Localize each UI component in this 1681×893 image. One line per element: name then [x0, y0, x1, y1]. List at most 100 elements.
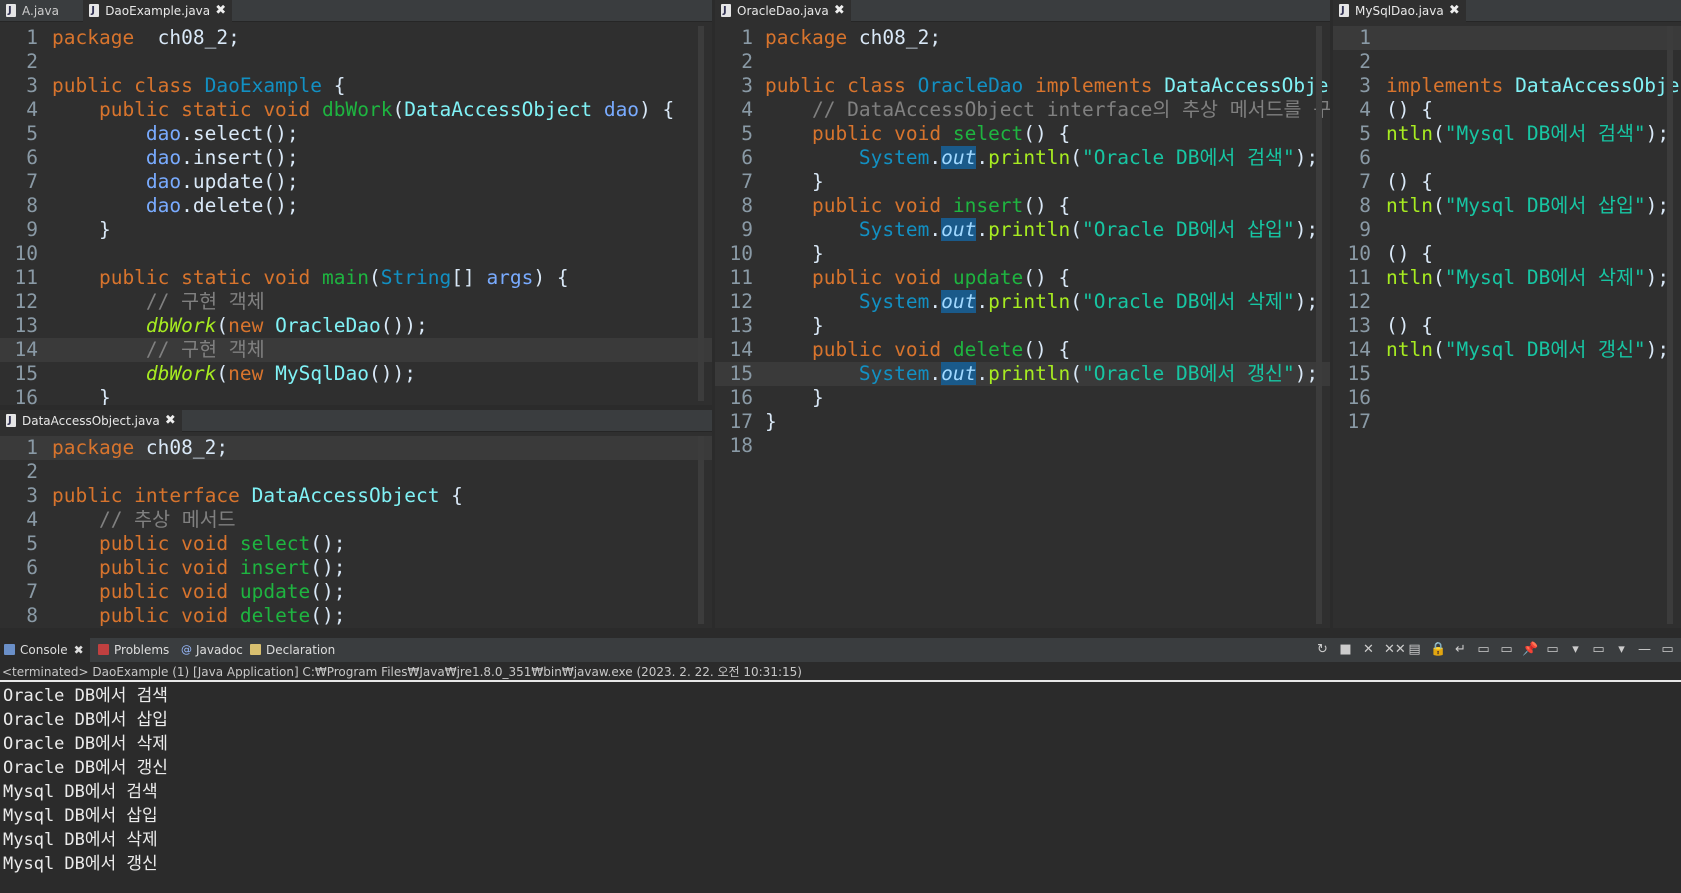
toolbar-button[interactable]: ↻: [1315, 643, 1330, 657]
vertical-scrollbar[interactable]: [1316, 26, 1322, 624]
code-text: ntln("Mysql DB에서 검색");: [1386, 122, 1669, 146]
code-token: dao: [145, 170, 182, 193]
code-token: (: [1070, 218, 1083, 241]
close-icon[interactable]: ✖: [74, 638, 84, 662]
code-token: .: [929, 146, 942, 169]
tab-daoexample-java[interactable]: DaoExample.java ✖: [83, 0, 233, 22]
line-number: 7: [26, 580, 38, 603]
code-token: ch08_2;: [134, 26, 240, 49]
code-text: public void update();: [52, 580, 346, 604]
code-token: "Mysql DB에서 갱신": [1444, 338, 1646, 361]
line-number: 11: [729, 266, 753, 289]
code-editor[interactable]: 1 package ch08_2; 2 3 public interface DataA…: [0, 432, 712, 628]
code-text: // 구현 객체: [52, 338, 265, 362]
tab-dataaccessobject-java[interactable]: DataAccessObject.java ✖: [0, 410, 182, 432]
code-line: 4 public static void dbWork(DataAccessOb…: [0, 98, 712, 122]
code-token: ();: [310, 580, 346, 603]
line-number: 15: [1347, 362, 1371, 385]
code-line: 13 dbWork(new OracleDao());: [0, 314, 712, 338]
toolbar-button[interactable]: ▭: [1545, 643, 1560, 657]
toolbar-button[interactable]: ▭: [1591, 643, 1606, 657]
code-token: out: [941, 218, 977, 241]
vertical-scrollbar[interactable]: [698, 26, 704, 401]
code-line: 1 package ch08_2;: [715, 26, 1330, 50]
code-line: 7 dao.update();: [0, 170, 712, 194]
output-line: Mysql DB에서 삽입: [3, 806, 158, 826]
toolbar-button[interactable]: 📌: [1522, 643, 1538, 657]
vertical-scrollbar[interactable]: [1667, 26, 1673, 624]
tab-oracledao-java[interactable]: OracleDao.java ✖: [715, 0, 851, 22]
code-token: "Mysql DB에서 삭제": [1444, 266, 1646, 289]
code-editor[interactable]: 123implements DataAccessObject {4() {5nt…: [1333, 22, 1681, 628]
tab-a-java[interactable]: A.java: [0, 0, 81, 22]
code-token: .: [929, 218, 942, 241]
code-editor[interactable]: 1 package ch08_2; 2 3 public class DaoExampl…: [0, 22, 712, 405]
toolbar-button[interactable]: ▾: [1568, 643, 1583, 657]
code-token: // 구현 객체: [52, 290, 265, 313]
code-line: 5 ntln("Mysql DB에서 검색");: [1333, 122, 1681, 146]
line-number: 4: [1359, 98, 1371, 121]
line-number: 4: [741, 98, 753, 121]
code-token: delete: [952, 338, 1024, 361]
close-icon[interactable]: ✖: [834, 0, 845, 22]
toolbar-button[interactable]: —: [1637, 643, 1652, 657]
close-icon[interactable]: ✖: [1449, 0, 1460, 22]
code-line: 2: [715, 50, 1330, 74]
line-number: 14: [729, 338, 753, 361]
toolbar-button[interactable]: ▭: [1499, 643, 1514, 657]
code-editor[interactable]: 1 package ch08_2; 2 3 public class OracleDao…: [715, 22, 1330, 628]
code-text: ntln("Mysql DB에서 갱신");: [1386, 338, 1669, 362]
toolbar-button[interactable]: ✕: [1361, 643, 1376, 657]
line-number: 9: [1359, 218, 1371, 241]
toolbar-button[interactable]: ▭: [1660, 643, 1675, 657]
code-text: public void insert();: [52, 556, 346, 580]
code-token: public void: [52, 604, 240, 627]
code-text: () {: [1386, 314, 1433, 338]
code-token: ntln: [1386, 194, 1433, 217]
toolbar-button[interactable]: 🔒: [1430, 643, 1446, 657]
line-number: 5: [26, 532, 38, 555]
console-tab-bar: Console ✖ Problems @ Javadoc Declaration ↻…: [0, 638, 1681, 662]
code-token: .select();: [181, 122, 299, 145]
toolbar-button[interactable]: ↵: [1453, 643, 1468, 657]
close-icon[interactable]: ✖: [215, 0, 226, 22]
tab-label: Javadoc: [196, 643, 243, 657]
java-file-icon: [721, 0, 731, 22]
close-icon[interactable]: ✖: [165, 410, 176, 432]
code-line: 15 dbWork(new MySqlDao());: [0, 362, 712, 386]
vertical-scrollbar[interactable]: [698, 436, 704, 624]
tab-bar: OracleDao.java ✖: [715, 0, 1330, 22]
code-text: dbWork(new OracleDao());: [52, 314, 428, 338]
code-line: 2: [0, 460, 712, 484]
code-line: 16 }: [715, 386, 1330, 410]
line-number: 10: [14, 242, 38, 265]
code-token: ());: [369, 362, 416, 385]
tab-mysqldao-java[interactable]: MySqlDao.java ✖: [1333, 0, 1466, 22]
tab-javadoc[interactable]: @ Javadoc: [176, 638, 243, 662]
tab-declaration[interactable]: Declaration: [246, 638, 335, 662]
toolbar-button[interactable]: ▭: [1476, 643, 1491, 657]
line-number: 7: [26, 170, 38, 193]
code-line: 10 () {: [1333, 242, 1681, 266]
code-text: }: [52, 386, 111, 405]
toolbar-button[interactable]: ▾: [1614, 643, 1629, 657]
code-token: public void: [765, 122, 953, 145]
line-number: 17: [1347, 410, 1371, 433]
tab-problems[interactable]: Problems: [94, 638, 169, 662]
tab-console[interactable]: Console ✖: [0, 638, 90, 662]
code-line: 15 System.out.println("Oracle DB에서 갱신");: [715, 362, 1330, 386]
code-text: public static void main(String[] args) {: [52, 266, 569, 290]
code-token: println: [988, 362, 1071, 385]
code-text: dao.delete();: [52, 194, 299, 218]
code-token: OracleDao: [917, 74, 1024, 97]
output-line: Oracle DB에서 갱신: [3, 758, 168, 778]
toolbar-button[interactable]: ✕✕: [1384, 643, 1406, 657]
code-token: // 추상 메서드: [52, 508, 236, 531]
toolbar-button[interactable]: ▤: [1407, 643, 1422, 657]
java-file-icon: [6, 410, 16, 432]
code-token: (: [1070, 362, 1083, 385]
code-text: // DataAccessObject interface의 추상 메서드를 구…: [765, 98, 1330, 122]
toolbar-button[interactable]: ■: [1338, 643, 1353, 657]
